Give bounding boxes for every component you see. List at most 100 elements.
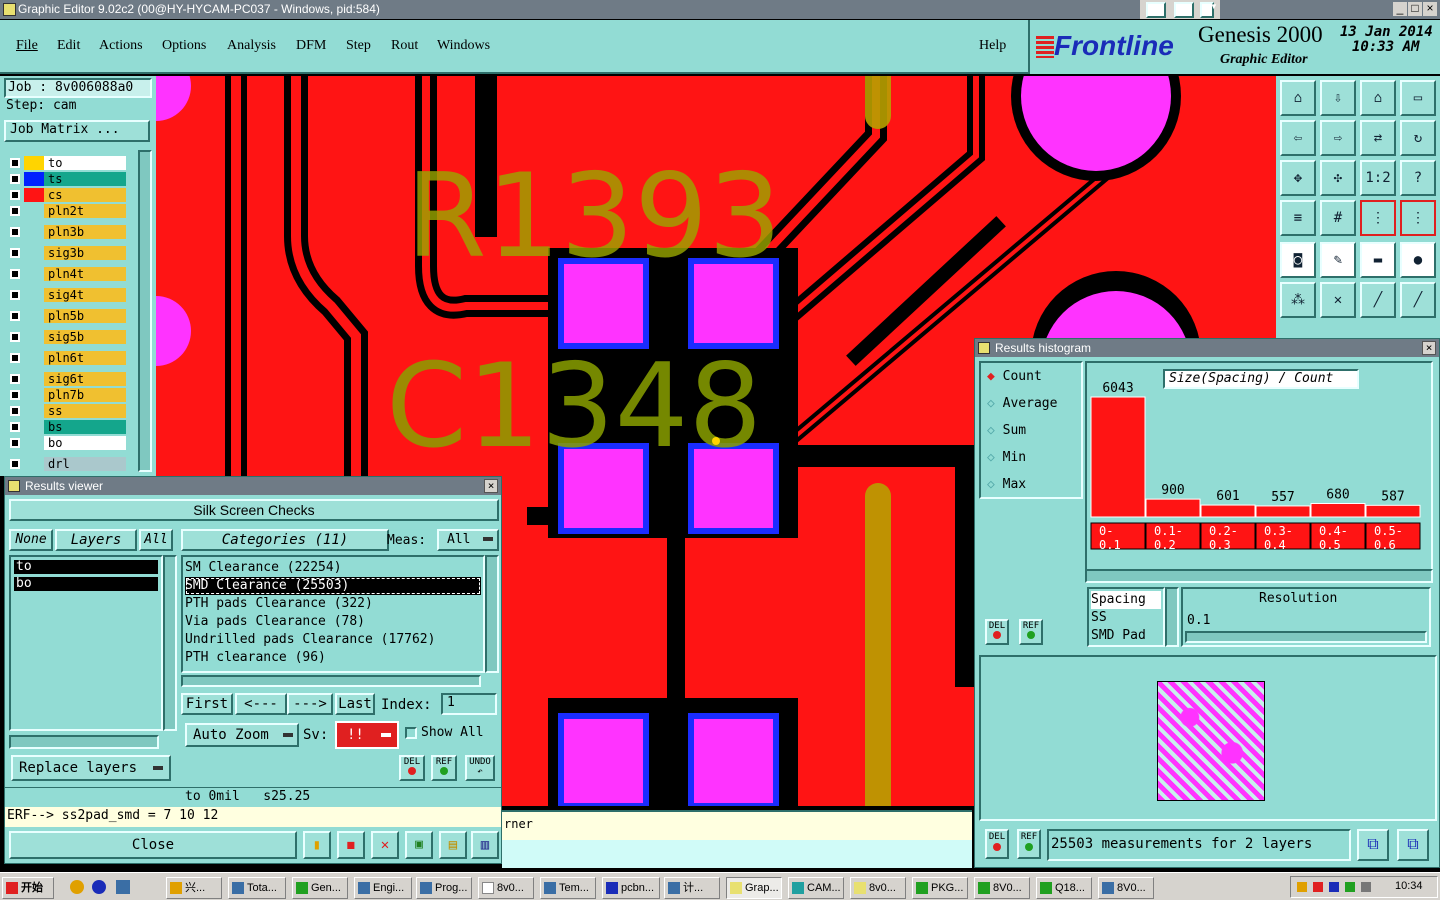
layer-result-list[interactable]: to bo — [9, 555, 163, 731]
tool-pan-down-icon[interactable]: ⇩ — [1320, 80, 1356, 116]
layer-checkbox[interactable] — [10, 459, 20, 469]
histogram-bar[interactable] — [1145, 498, 1201, 518]
layer-row-cs[interactable]: cs — [8, 188, 126, 202]
tool-grid-icon[interactable]: # — [1320, 200, 1356, 236]
option-max[interactable]: ◇ Max — [987, 477, 1026, 492]
histogram-bar[interactable] — [1310, 502, 1366, 518]
layer-row-sig5b[interactable]: sig5b — [8, 330, 126, 344]
layer-checkbox[interactable] — [10, 422, 20, 432]
tool-net-icon[interactable]: ⁂ — [1280, 282, 1316, 318]
menu-options[interactable]: Options — [162, 38, 206, 54]
category-list[interactable]: SM Clearance (22254) SMD Clearance (2550… — [181, 555, 485, 673]
layer-row-sig4t[interactable]: sig4t — [8, 288, 126, 302]
next-button[interactable]: ---> — [287, 693, 333, 715]
layer-row-bo[interactable]: bo — [8, 436, 126, 450]
tool-line-icon[interactable]: ╱ — [1360, 282, 1396, 318]
layer-row-bs[interactable]: bs — [8, 420, 126, 434]
layer-checkbox[interactable] — [10, 290, 20, 300]
categories-tab[interactable]: Categories (11) — [181, 529, 389, 551]
result-layer-to[interactable]: to — [14, 560, 158, 574]
tool-swap-icon[interactable]: ⇄ — [1360, 120, 1396, 156]
resolution-slider[interactable] — [1185, 631, 1427, 643]
category-hscroll[interactable] — [181, 675, 481, 687]
severity-select[interactable]: !! — [335, 721, 399, 749]
task-button[interactable]: PKG... — [912, 877, 968, 899]
tool-cross-icon[interactable]: ✕ — [1320, 282, 1356, 318]
menu-actions[interactable]: Actions — [99, 38, 143, 54]
option-min[interactable]: ◇ Min — [987, 450, 1026, 465]
layer-row-pln3b[interactable]: pln3b — [8, 225, 126, 239]
last-button[interactable]: Last — [335, 693, 375, 715]
start-button[interactable]: 开始 — [2, 877, 54, 899]
category-item-selected[interactable]: SMD Clearance (25503) — [185, 577, 481, 595]
hist-map-icon[interactable]: ⧉ — [1397, 829, 1429, 861]
type-list[interactable]: Spacing SS SMD Pad — [1087, 587, 1165, 647]
job-matrix-button[interactable]: Job Matrix ... — [4, 120, 150, 142]
layer-row-to[interactable]: to — [8, 156, 126, 170]
category-vscroll[interactable] — [485, 555, 499, 673]
task-button[interactable]: CAM... — [788, 877, 844, 899]
category-item[interactable]: PTH clearance (96) — [185, 649, 481, 667]
category-item[interactable]: SM Clearance (22254) — [185, 559, 481, 577]
layer-checkbox[interactable] — [10, 406, 20, 416]
tool-pad-icon[interactable]: ◙ — [1280, 242, 1316, 278]
close-icon[interactable]: × — [484, 479, 498, 493]
layer-row-pln4t[interactable]: pln4t — [8, 267, 126, 281]
undo-button[interactable]: UNDO ↶ — [465, 755, 495, 781]
layer-checkbox[interactable] — [10, 269, 20, 279]
task-button[interactable]: Q18... — [1036, 877, 1092, 899]
tool-zoom-out-icon[interactable]: ✣ — [1320, 160, 1356, 196]
type-item[interactable]: SS — [1091, 609, 1161, 627]
layer-row-ts[interactable]: ts — [8, 172, 126, 186]
layer-checkbox[interactable] — [10, 390, 20, 400]
type-item-selected[interactable]: Spacing — [1091, 591, 1161, 609]
task-button[interactable]: pcbn... — [602, 877, 660, 899]
help-icon[interactable]: ? — [1174, 2, 1194, 18]
scroll-icon[interactable]: ▲▼ — [1200, 2, 1218, 18]
histogram-bar[interactable] — [1090, 396, 1146, 518]
tool-edit-icon[interactable]: ✎ — [1320, 242, 1356, 278]
histogram-bar[interactable] — [1255, 505, 1311, 518]
menu-rout[interactable]: Rout — [391, 38, 418, 54]
layer-checkbox[interactable] — [10, 206, 20, 216]
layer-checkbox[interactable] — [10, 190, 20, 200]
window-maximize-button[interactable]: □ — [1408, 2, 1422, 16]
tool-circle-icon[interactable]: ● — [1400, 242, 1436, 278]
tool-zoom-in-icon[interactable]: ✥ — [1280, 160, 1316, 196]
layer-row-pln7b[interactable]: pln7b — [8, 388, 126, 402]
quicklaunch-icon[interactable] — [70, 880, 84, 894]
tool-pan-left-icon[interactable]: ⇦ — [1280, 120, 1316, 156]
task-button[interactable]: 计... — [664, 877, 720, 899]
layer-checkbox[interactable] — [10, 374, 20, 384]
task-button[interactable]: Tem... — [540, 877, 596, 899]
layer-row-pln5b[interactable]: pln5b — [8, 309, 126, 323]
results-action-2-icon[interactable]: ◼ — [337, 831, 365, 859]
window-close-button[interactable]: × — [1423, 2, 1437, 16]
task-button[interactable]: 8V0... — [1098, 877, 1154, 899]
layers-tab[interactable]: Layers — [55, 529, 137, 551]
menu-windows[interactable]: Windows — [437, 38, 490, 54]
tool-query-icon[interactable]: ? — [1400, 160, 1436, 196]
tool-ruler-icon[interactable]: ▬ — [1360, 242, 1396, 278]
results-del-button[interactable]: DEL — [399, 755, 425, 781]
meas-select[interactable]: All — [437, 529, 499, 551]
layer-list-hscroll[interactable] — [9, 735, 159, 749]
results-action-4-icon[interactable]: ▣ — [405, 831, 433, 859]
category-item[interactable]: Via pads Clearance (78) — [185, 613, 481, 631]
tool-pan-right-icon[interactable]: ⇨ — [1320, 120, 1356, 156]
category-item[interactable]: Undrilled pads Clearance (17762) — [185, 631, 481, 649]
layer-list-scrollbar[interactable] — [138, 150, 152, 472]
results-action-1-icon[interactable]: ▮ — [303, 831, 331, 859]
task-button[interactable]: 8v0... — [478, 877, 534, 899]
task-button[interactable]: Engi... — [354, 877, 412, 899]
quicklaunch-icon[interactable] — [92, 880, 106, 894]
tool-house-icon[interactable]: ⌂ — [1360, 80, 1396, 116]
task-button[interactable]: Tota... — [228, 877, 286, 899]
tool-snap-icon[interactable]: ⋮ — [1360, 200, 1396, 236]
tool-settings-icon[interactable]: ≡ — [1280, 200, 1316, 236]
hist-del-button[interactable]: DEL — [985, 619, 1009, 645]
tool-screen-icon[interactable]: ▭ — [1400, 80, 1436, 116]
minimize-icon[interactable]: ▭ — [1146, 2, 1166, 18]
index-input[interactable]: 1 — [441, 693, 497, 715]
layer-checkbox[interactable] — [10, 438, 20, 448]
